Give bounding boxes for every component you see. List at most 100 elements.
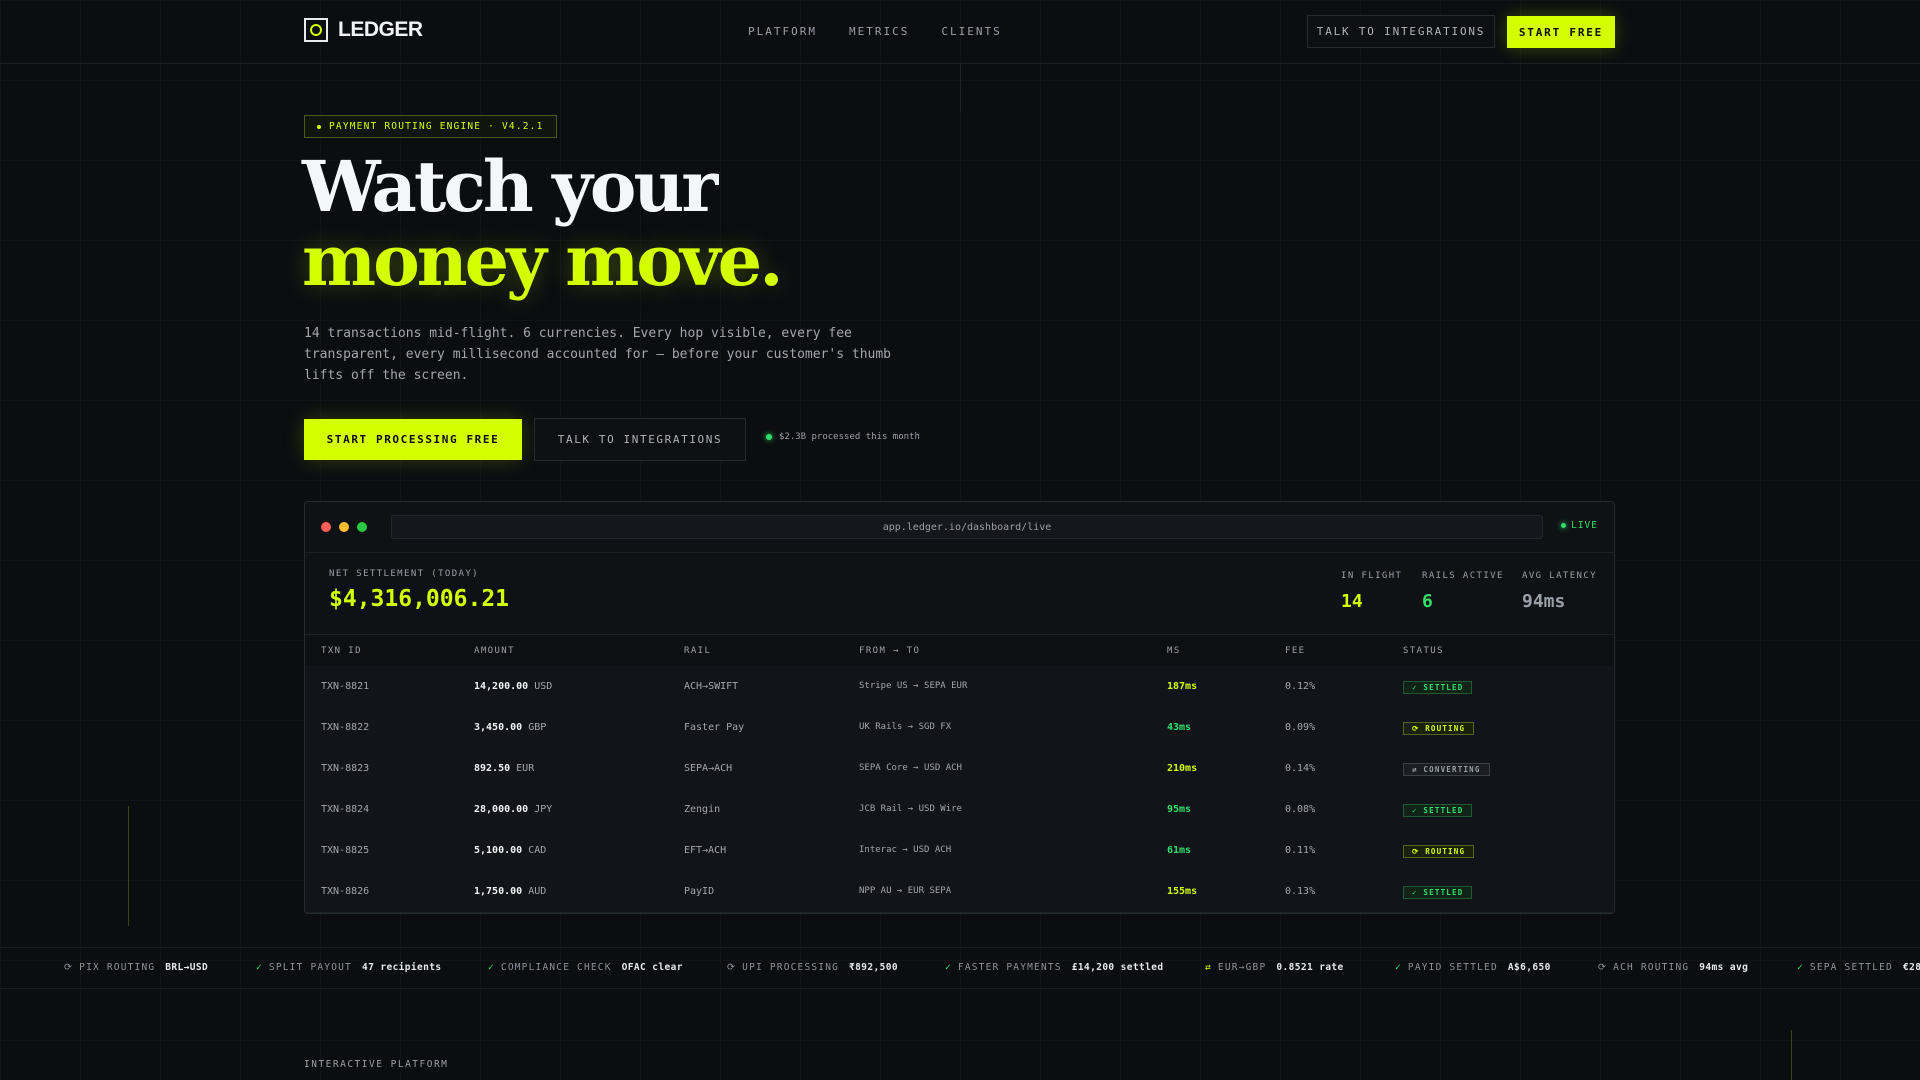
- stat-label: IN FLIGHT: [1341, 571, 1403, 581]
- stat-label: RAILS ACTIVE: [1422, 571, 1504, 581]
- talk-to-integrations-button[interactable]: TALK TO INTEGRATIONS: [1307, 15, 1495, 48]
- start-free-button[interactable]: START FREE: [1507, 16, 1615, 48]
- ticker-item: ⇄ EUR→GBP 0.8521 rate: [1205, 948, 1344, 988]
- url-bar[interactable]: app.ledger.io/dashboard/live: [391, 515, 1543, 539]
- table-header: TXN ID AMOUNT RAIL FROM → TO MS FEE STAT…: [305, 634, 1614, 668]
- txn-fee: 0.08%: [1285, 804, 1316, 815]
- ticker-value: €28,: [1902, 962, 1920, 973]
- txn-id: TXN-8824: [321, 804, 370, 815]
- settlement-label: NET SETTLEMENT (TODAY): [329, 569, 480, 579]
- txn-fee: 0.13%: [1285, 886, 1316, 897]
- ticker-value: £14,200 settled: [1071, 962, 1164, 973]
- ticker-value: ₹892,500: [849, 962, 899, 973]
- settlement-value: $4,316,006.21: [329, 586, 510, 612]
- txn-rail: Faster Pay: [684, 722, 745, 733]
- txn-latency: 210ms: [1167, 763, 1198, 774]
- amount-currency: JPY: [534, 804, 553, 815]
- ticker-icon: ⇄: [1205, 962, 1212, 973]
- txn-id: TXN-8822: [321, 722, 370, 733]
- col-status: STATUS: [1403, 646, 1444, 656]
- hero-subtitle: 14 transactions mid-flight. 6 currencies…: [304, 326, 891, 383]
- top-nav: LEDGER PLATFORM METRICS CLIENTS TALK TO …: [0, 0, 1920, 64]
- ticker-label: EUR→GBP: [1217, 962, 1267, 973]
- ticker-label: UPI PROCESSING: [742, 962, 840, 973]
- txn-latency: 187ms: [1167, 681, 1198, 692]
- txn-amount: 3,450.00 GBP: [474, 707, 546, 748]
- ticker-icon: ⟳: [64, 962, 74, 973]
- ticker-icon: ✓: [945, 962, 952, 973]
- txn-fee: 0.11%: [1285, 845, 1316, 856]
- logo[interactable]: LEDGER: [304, 18, 423, 42]
- status-badge: ⟳ ROUTING: [1403, 722, 1475, 735]
- txn-route: JCB Rail → USD Wire: [859, 804, 962, 814]
- amount-value: 1,750.00: [474, 886, 523, 897]
- ticker-icon: ✓: [1395, 962, 1402, 973]
- ticker-value: 47 recipients: [361, 962, 442, 973]
- logo-icon: [304, 18, 328, 42]
- status-badge: ✓ SETTLED: [1403, 681, 1473, 694]
- ticker-item: ⟳ ACH ROUTING 94ms avg: [1598, 948, 1748, 988]
- txn-latency: 95ms: [1167, 804, 1192, 815]
- txn-id: TXN-8823: [321, 763, 370, 774]
- col-from-to: FROM → TO: [859, 646, 921, 656]
- amount-value: 28,000.00: [474, 804, 529, 815]
- version-pill-label: PAYMENT ROUTING ENGINE · V4.2.1: [329, 121, 544, 132]
- ticker-icon: ✓: [256, 962, 263, 973]
- col-rail: RAIL: [684, 646, 712, 656]
- stat-value: 94ms: [1522, 591, 1566, 612]
- table-row[interactable]: TXN-8826 1,750.00 AUD PayID NPP AU → EUR SE…: [305, 871, 1614, 913]
- table-row[interactable]: TXN-8825 5,100.00 CAD EFT→ACH Interac → USD…: [305, 830, 1614, 872]
- maximize-dot-icon: [357, 522, 367, 532]
- amount-currency: CAD: [528, 845, 547, 856]
- txn-id: TXN-8825: [321, 845, 370, 856]
- ticker-value: OFAC clear: [621, 962, 683, 973]
- txn-route: NPP AU → EUR SEPA: [859, 886, 952, 896]
- hero-title-line2: money move.: [302, 219, 784, 302]
- txn-route: Interac → USD ACH: [859, 845, 952, 855]
- divider: [960, 64, 961, 112]
- nav-link-metrics[interactable]: METRICS: [849, 25, 909, 38]
- ticker-value: BRL→USD: [165, 962, 209, 973]
- txn-rail: PayID: [684, 886, 715, 897]
- ticker-label: PAYID SETTLED: [1407, 962, 1498, 973]
- table-row[interactable]: TXN-8824 28,000.00 JPY Zengin JCB Rail → US…: [305, 789, 1614, 831]
- stat-value: 6: [1422, 591, 1433, 612]
- col-amount: AMOUNT: [474, 646, 515, 656]
- txn-fee: 0.12%: [1285, 681, 1316, 692]
- ticker-item: ✓ SPLIT PAYOUT 47 recipients: [256, 948, 442, 988]
- divider: [1791, 1030, 1792, 1080]
- txn-rail: Zengin: [684, 804, 721, 815]
- stat-in-flight: IN FLIGHT 14: [1341, 571, 1402, 612]
- txn-latency: 155ms: [1167, 886, 1198, 897]
- pill-dot-icon: [317, 124, 321, 129]
- ticker-icon: ✓: [1797, 962, 1804, 973]
- ticker-label: ACH ROUTING: [1613, 962, 1690, 973]
- table-row[interactable]: TXN-8822 3,450.00 GBP Faster Pay UK Rails →…: [305, 707, 1614, 749]
- nav-link-platform[interactable]: PLATFORM: [748, 25, 817, 38]
- status-badge: ⇄ CONVERTING: [1403, 763, 1490, 776]
- live-indicator: LIVE: [1561, 520, 1598, 531]
- ticker-item: ✓ FASTER PAYMENTS £14,200 settled: [945, 948, 1164, 988]
- talk-to-integrations-cta[interactable]: TALK TO INTEGRATIONS: [534, 418, 746, 461]
- status-badge: ✓ SETTLED: [1403, 804, 1473, 817]
- amount-currency: AUD: [528, 886, 547, 897]
- ticker-value: A$6,650: [1507, 962, 1551, 973]
- nav-link-clients[interactable]: CLIENTS: [941, 25, 1001, 38]
- start-processing-button[interactable]: START PROCESSING FREE: [304, 419, 522, 460]
- table-row[interactable]: TXN-8823 892.50 EUR SEPA→ACH SEPA Core → US…: [305, 748, 1614, 790]
- txn-id: TXN-8826: [321, 886, 370, 897]
- version-pill: PAYMENT ROUTING ENGINE · V4.2.1: [304, 115, 557, 138]
- txn-amount: 5,100.00 CAD: [474, 830, 546, 871]
- table-row[interactable]: TXN-8821 14,200.00 USD ACH→SWIFT Stripe US …: [305, 666, 1614, 708]
- txn-latency: 61ms: [1167, 845, 1192, 856]
- txn-route: UK Rails → SGD FX: [859, 722, 952, 732]
- ticker-value: 0.8521 rate: [1276, 962, 1344, 973]
- ticker-icon: ⟳: [727, 962, 737, 973]
- txn-amount: 1,750.00 AUD: [474, 871, 546, 912]
- ticker-item: ⟳ PIX ROUTING BRL→USD: [64, 948, 208, 988]
- ticker-icon: ⟳: [1598, 962, 1608, 973]
- dashboard-preview: app.ledger.io/dashboard/live LIVE NET SE…: [304, 501, 1615, 914]
- stat-label: AVG LATENCY: [1522, 571, 1598, 581]
- logo-text: LEDGER: [338, 18, 423, 41]
- ticker-item: ⟳ UPI PROCESSING ₹892,500: [727, 948, 898, 988]
